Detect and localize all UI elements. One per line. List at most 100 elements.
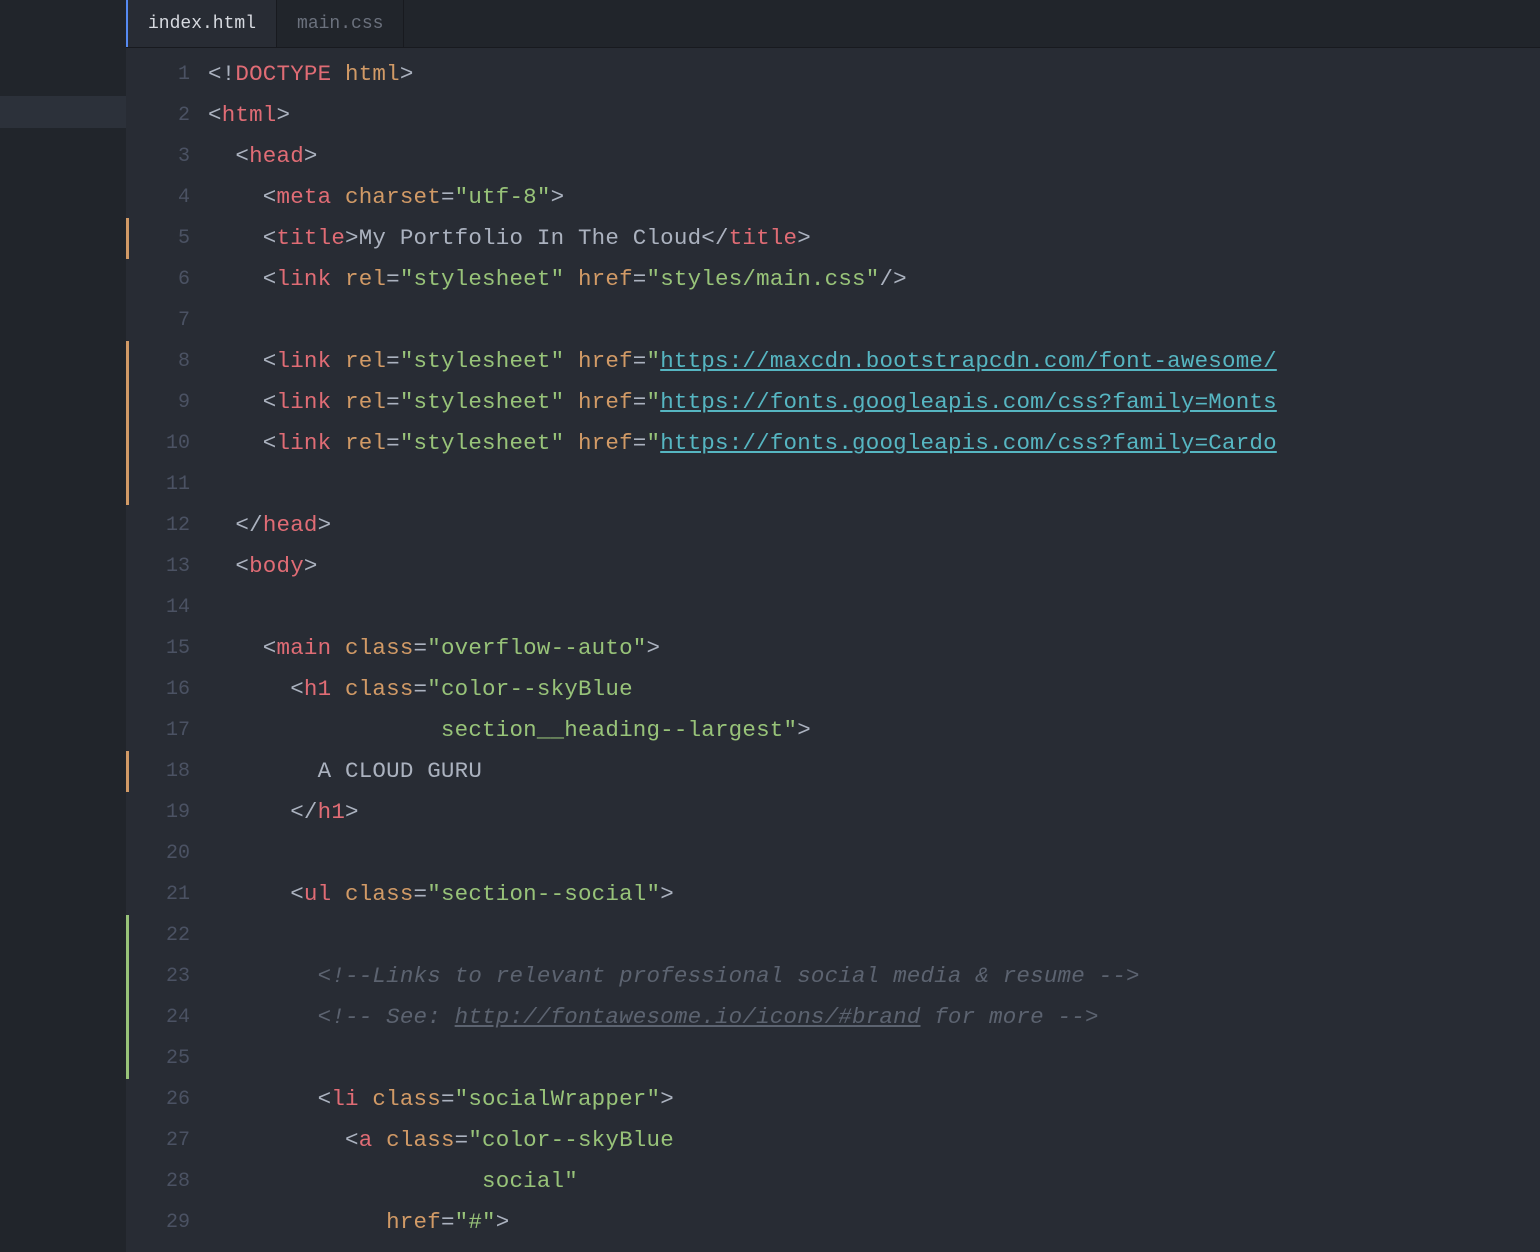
line-number: 6 bbox=[126, 259, 208, 300]
code-line[interactable]: <link rel="stylesheet" href="https://max… bbox=[208, 341, 1540, 382]
line-number-text: 4 bbox=[178, 186, 190, 209]
line-number: 10 bbox=[126, 423, 208, 464]
code-line[interactable]: <link rel="stylesheet" href="styles/main… bbox=[208, 259, 1540, 300]
git-marker-orange bbox=[126, 382, 129, 423]
git-marker-orange bbox=[126, 464, 129, 505]
tab-index-html[interactable]: index.html bbox=[126, 0, 277, 47]
token-pn: </ bbox=[208, 512, 263, 538]
code-line[interactable]: <a class="color--skyBlue bbox=[208, 1120, 1540, 1161]
code-line[interactable]: <!--Links to relevant professional socia… bbox=[208, 956, 1540, 997]
line-number: 21 bbox=[126, 874, 208, 915]
token-pn: < bbox=[208, 676, 304, 702]
line-number: 23 bbox=[126, 956, 208, 997]
token-pn: <! bbox=[208, 61, 235, 87]
line-number: 24 bbox=[126, 997, 208, 1038]
line-number-text: 14 bbox=[166, 596, 190, 619]
code-line[interactable]: <link rel="stylesheet" href="https://fon… bbox=[208, 423, 1540, 464]
token-at: href bbox=[208, 1209, 441, 1235]
token-pn: > bbox=[318, 512, 332, 538]
token-pn: > bbox=[345, 799, 359, 825]
line-number: 19 bbox=[126, 792, 208, 833]
token-pn: = bbox=[386, 348, 400, 374]
code-line[interactable]: <!DOCTYPE html> bbox=[208, 54, 1540, 95]
line-number-text: 10 bbox=[166, 432, 190, 455]
token-lk: https://fonts.googleapis.com/css?family=… bbox=[660, 430, 1277, 456]
code-line[interactable]: </h1> bbox=[208, 792, 1540, 833]
code-line[interactable]: <head> bbox=[208, 136, 1540, 177]
line-number-text: 17 bbox=[166, 719, 190, 742]
tab-main-css[interactable]: main.css bbox=[277, 0, 404, 47]
token-pn: < bbox=[208, 881, 304, 907]
token-st: social" bbox=[208, 1168, 578, 1194]
code-line[interactable]: <!-- See: http://fontawesome.io/icons/#b… bbox=[208, 997, 1540, 1038]
token-pn: = bbox=[633, 430, 647, 456]
token-st: " bbox=[647, 389, 661, 415]
code-line[interactable] bbox=[208, 587, 1540, 628]
sidebar-selected-file[interactable] bbox=[0, 96, 126, 128]
git-marker-orange bbox=[126, 218, 129, 259]
code-line[interactable]: <html> bbox=[208, 95, 1540, 136]
code-line[interactable]: <body> bbox=[208, 546, 1540, 587]
line-number-text: 15 bbox=[166, 637, 190, 660]
git-marker-orange bbox=[126, 751, 129, 792]
line-number-text: 28 bbox=[166, 1170, 190, 1193]
code-line[interactable]: social" bbox=[208, 1161, 1540, 1202]
token-st: "styles/main.css" bbox=[647, 266, 880, 292]
token-cm: for more --> bbox=[921, 1004, 1099, 1030]
line-number-text: 20 bbox=[166, 842, 190, 865]
code-editor[interactable]: 1234567891011121314151617181920212223242… bbox=[126, 48, 1540, 1252]
token-st: " bbox=[647, 430, 661, 456]
token-at: href bbox=[564, 266, 633, 292]
git-marker-green bbox=[126, 956, 129, 997]
line-number: 26 bbox=[126, 1079, 208, 1120]
line-number: 9 bbox=[126, 382, 208, 423]
code-area[interactable]: <!DOCTYPE html><html> <head> <meta chars… bbox=[208, 48, 1540, 1252]
code-line[interactable] bbox=[208, 1038, 1540, 1079]
token-at: href bbox=[564, 348, 633, 374]
line-number-gutter: 1234567891011121314151617181920212223242… bbox=[126, 48, 208, 1252]
token-pn: < bbox=[208, 184, 277, 210]
project-sidebar[interactable] bbox=[0, 0, 126, 1252]
code-line[interactable] bbox=[208, 300, 1540, 341]
line-number-text: 8 bbox=[178, 350, 190, 373]
token-at: html bbox=[331, 61, 400, 87]
code-line[interactable]: <li class="socialWrapper"> bbox=[208, 1079, 1540, 1120]
line-number: 25 bbox=[126, 1038, 208, 1079]
token-cl: http://fontawesome.io/icons/#brand bbox=[455, 1004, 921, 1030]
token-st: "color--skyBlue bbox=[468, 1127, 674, 1153]
token-at: class bbox=[331, 676, 413, 702]
line-number: 28 bbox=[126, 1161, 208, 1202]
token-pn: < bbox=[208, 225, 277, 251]
token-at: rel bbox=[331, 430, 386, 456]
code-line[interactable]: section__heading--largest"> bbox=[208, 710, 1540, 751]
code-line[interactable]: <h1 class="color--skyBlue bbox=[208, 669, 1540, 710]
token-pn: < bbox=[208, 430, 277, 456]
line-number: 5 bbox=[126, 218, 208, 259]
token-st: section__heading--largest" bbox=[208, 717, 797, 743]
code-line[interactable]: <link rel="stylesheet" href="https://fon… bbox=[208, 382, 1540, 423]
code-line[interactable] bbox=[208, 833, 1540, 874]
token-tx: A CLOUD GURU bbox=[208, 758, 482, 784]
token-pn: > bbox=[797, 225, 811, 251]
token-pn: </ bbox=[701, 225, 728, 251]
code-line[interactable]: A CLOUD GURU bbox=[208, 751, 1540, 792]
line-number-text: 16 bbox=[166, 678, 190, 701]
token-pn: < bbox=[208, 266, 277, 292]
code-line[interactable]: <meta charset="utf-8"> bbox=[208, 177, 1540, 218]
code-line[interactable]: </head> bbox=[208, 505, 1540, 546]
token-pn: = bbox=[633, 389, 647, 415]
code-line[interactable] bbox=[208, 915, 1540, 956]
code-line[interactable] bbox=[208, 464, 1540, 505]
token-pn: = bbox=[455, 1127, 469, 1153]
code-line[interactable]: <ul class="section--social"> bbox=[208, 874, 1540, 915]
token-st: "stylesheet" bbox=[400, 389, 564, 415]
code-line[interactable]: <title>My Portfolio In The Cloud</title> bbox=[208, 218, 1540, 259]
code-line[interactable]: href="#"> bbox=[208, 1202, 1540, 1243]
token-at: class bbox=[359, 1086, 441, 1112]
code-line[interactable]: <main class="overflow--auto"> bbox=[208, 628, 1540, 669]
token-pn: > bbox=[660, 1086, 674, 1112]
line-number: 18 bbox=[126, 751, 208, 792]
line-number-text: 6 bbox=[178, 268, 190, 291]
token-cm: <!-- See: bbox=[208, 1004, 455, 1030]
git-marker-green bbox=[126, 915, 129, 956]
